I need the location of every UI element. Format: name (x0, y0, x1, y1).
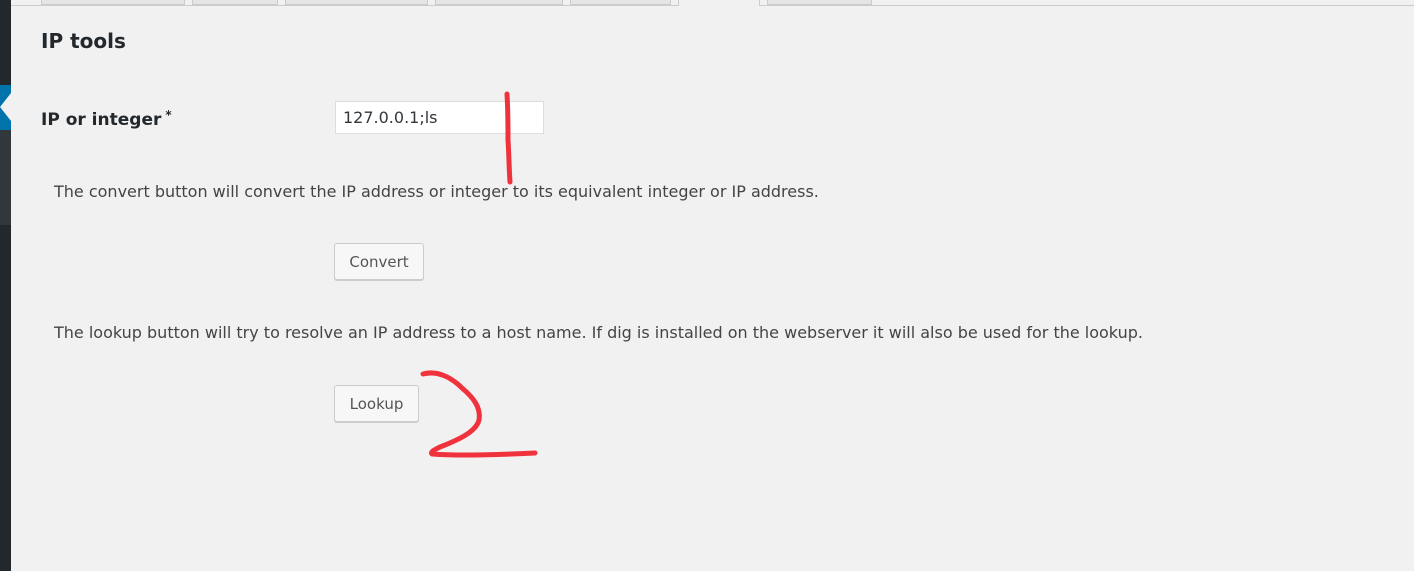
tab-5[interactable] (570, 0, 671, 5)
required-marker: * (165, 108, 172, 122)
annotation-layer (420, 91, 538, 458)
tab-4[interactable] (435, 0, 563, 5)
tab-3[interactable] (285, 0, 428, 5)
tab-ip-tools[interactable] (678, 0, 760, 6)
tab-bar (11, 0, 1414, 6)
convert-button[interactable]: Convert (334, 243, 424, 280)
tab-1[interactable] (41, 0, 185, 5)
sidebar-submenu (0, 130, 11, 225)
tab-2[interactable] (192, 0, 278, 5)
ip-field-label-text: IP or integer (41, 110, 162, 130)
lookup-button[interactable]: Lookup (334, 385, 419, 422)
convert-help-text: The convert button will convert the IP a… (54, 182, 819, 201)
lookup-help-text: The lookup button will try to resolve an… (54, 323, 1143, 342)
tab-7[interactable] (767, 0, 872, 5)
annotation-mark-2 (420, 370, 538, 458)
sidebar-current-arrow-icon (0, 93, 11, 121)
admin-sidebar (0, 0, 11, 571)
ip-field-label: IP or integer * (41, 108, 172, 132)
ip-or-integer-input[interactable] (335, 101, 544, 134)
page-title: IP tools (41, 29, 126, 53)
